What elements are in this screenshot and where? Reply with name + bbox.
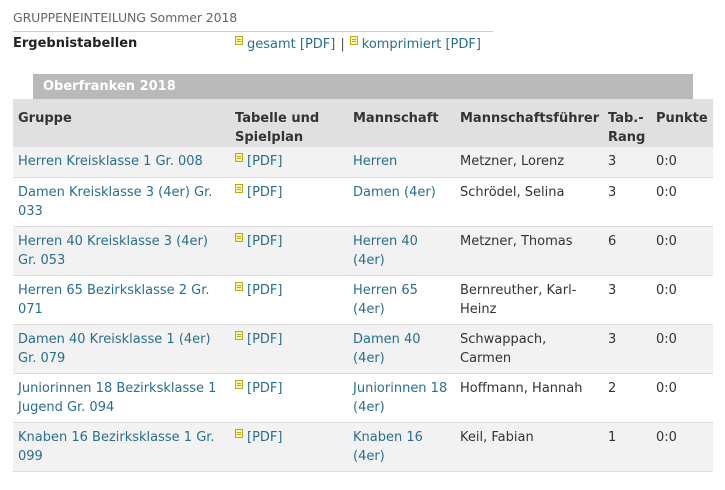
group-link[interactable]: Herren Kreisklasse 1 Gr. 008 bbox=[18, 154, 203, 169]
table-row: Herren Kreisklasse 1 Gr. 008 [PDF] Herre… bbox=[13, 147, 713, 178]
team-link[interactable]: Herren 65 (4er) bbox=[353, 283, 418, 317]
gesamt-pdf-link[interactable]: gesamt [PDF] bbox=[247, 37, 335, 52]
team-link[interactable]: Damen 40 (4er) bbox=[353, 332, 421, 366]
spielplan-pdf-link[interactable]: [PDF] bbox=[247, 154, 282, 169]
pdf-icon bbox=[349, 36, 358, 45]
group-link[interactable]: Damen 40 Kreisklasse 1 (4er) Gr. 079 bbox=[18, 332, 211, 366]
group-link[interactable]: Herren 65 Bezirksklasse 2 Gr. 071 bbox=[18, 283, 210, 317]
points: 0:0 bbox=[651, 373, 713, 423]
group-link[interactable]: Knaben 16 Bezirksklasse 1 Gr. 099 bbox=[18, 430, 215, 464]
group-link[interactable]: Damen Kreisklasse 3 (4er) Gr. 033 bbox=[18, 185, 212, 219]
section-title: GRUPPENEINTEILUNG Sommer 2018 bbox=[13, 10, 493, 32]
header-tab-rang: Tab.-Rang bbox=[603, 99, 651, 147]
captain-name: Schwappach, Carmen bbox=[455, 324, 603, 374]
points: 0:0 bbox=[651, 177, 713, 227]
table-rank: 6 bbox=[603, 226, 651, 276]
spielplan-pdf-link[interactable]: [PDF] bbox=[247, 185, 282, 200]
pdf-icon bbox=[235, 36, 243, 45]
captain-name: Schrödel, Selina bbox=[455, 177, 603, 227]
points: 0:0 bbox=[651, 147, 713, 178]
captain-name: Bernreuther, Karl-Heinz bbox=[455, 275, 603, 325]
pdf-icon bbox=[235, 428, 243, 438]
team-link[interactable]: Damen (4er) bbox=[353, 185, 436, 200]
points: 0:0 bbox=[651, 226, 713, 276]
results-links: gesamt [PDF] | komprimiert [PDF] bbox=[235, 36, 481, 52]
spielplan-pdf-link[interactable]: [PDF] bbox=[247, 332, 282, 347]
captain-name: Metzner, Thomas bbox=[455, 226, 603, 276]
pdf-icon bbox=[235, 232, 243, 242]
captain-name: Hoffmann, Hannah bbox=[455, 373, 603, 423]
table-rank: 3 bbox=[603, 324, 651, 374]
page: GRUPPENEINTEILUNG Sommer 2018 Ergebnista… bbox=[0, 0, 725, 490]
header-mannschaft: Mannschaft bbox=[348, 99, 455, 147]
spielplan-pdf-link[interactable]: [PDF] bbox=[247, 430, 282, 445]
link-separator: | bbox=[340, 37, 345, 52]
table-rank: 3 bbox=[603, 275, 651, 325]
pdf-icon bbox=[235, 153, 243, 162]
team-link[interactable]: Juniorinnen 18 (4er) bbox=[353, 381, 447, 415]
header-gruppe: Gruppe bbox=[13, 99, 230, 147]
pdf-icon bbox=[235, 183, 243, 193]
header-tabelle-spielplan: Tabelle und Spielplan bbox=[230, 99, 348, 147]
table-row: Juniorinnen 18 Bezirksklasse 1 Jugend Gr… bbox=[13, 373, 713, 423]
komprimiert-pdf-link[interactable]: komprimiert [PDF] bbox=[362, 37, 481, 52]
table-row: Damen Kreisklasse 3 (4er) Gr. 033 [PDF] … bbox=[13, 177, 713, 227]
points: 0:0 bbox=[651, 275, 713, 325]
captain-name: Metzner, Lorenz bbox=[455, 147, 603, 178]
table-row: Knaben 16 Bezirksklasse 1 Gr. 099 [PDF] … bbox=[13, 422, 713, 472]
points: 0:0 bbox=[651, 422, 713, 472]
pdf-icon bbox=[235, 281, 243, 291]
spielplan-pdf-link[interactable]: [PDF] bbox=[247, 234, 282, 249]
table-rank: 2 bbox=[603, 373, 651, 423]
captain-name: Keil, Fabian bbox=[455, 422, 603, 472]
table-row: Herren 40 Kreisklasse 3 (4er) Gr. 053 [P… bbox=[13, 226, 713, 276]
header-mannschaftsfuehrer: Mannschaftsführer bbox=[455, 99, 603, 147]
table-row: Herren 65 Bezirksklasse 2 Gr. 071 [PDF] … bbox=[13, 275, 713, 325]
results-row: Ergebnistabellen gesamt [PDF] | komprimier… bbox=[13, 36, 513, 54]
team-link[interactable]: Knaben 16 (4er) bbox=[353, 430, 423, 464]
group-link[interactable]: Juniorinnen 18 Bezirksklasse 1 Jugend Gr… bbox=[18, 381, 216, 415]
group-link[interactable]: Herren 40 Kreisklasse 3 (4er) Gr. 053 bbox=[18, 234, 208, 268]
pdf-icon bbox=[235, 379, 243, 389]
table-rank: 3 bbox=[603, 147, 651, 178]
header-punkte: Punkte bbox=[651, 99, 713, 147]
team-link[interactable]: Herren 40 (4er) bbox=[353, 234, 418, 268]
results-label: Ergebnistabellen bbox=[13, 36, 138, 51]
table-rank: 1 bbox=[603, 422, 651, 472]
groups-table: Gruppe Tabelle und Spielplan Mannschaft … bbox=[13, 99, 713, 472]
table-rank: 3 bbox=[603, 177, 651, 227]
team-link[interactable]: Herren bbox=[353, 154, 397, 169]
pdf-icon bbox=[235, 330, 243, 340]
region-header: Oberfranken 2018 bbox=[33, 74, 693, 99]
table-row: Damen 40 Kreisklasse 1 (4er) Gr. 079 [PD… bbox=[13, 324, 713, 374]
spielplan-pdf-link[interactable]: [PDF] bbox=[247, 283, 282, 298]
table-header-row: Gruppe Tabelle und Spielplan Mannschaft … bbox=[13, 99, 713, 147]
spielplan-pdf-link[interactable]: [PDF] bbox=[247, 381, 282, 396]
points: 0:0 bbox=[651, 324, 713, 374]
